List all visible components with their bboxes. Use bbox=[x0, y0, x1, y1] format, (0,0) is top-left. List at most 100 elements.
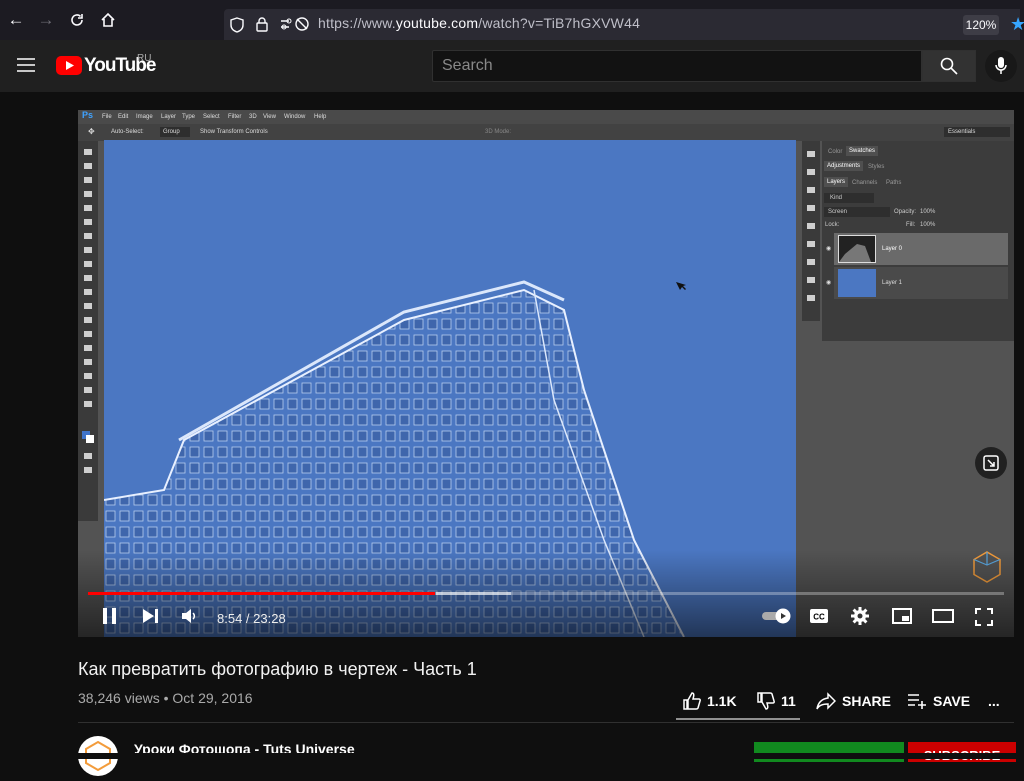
ps-opacity-label: Opacity: bbox=[894, 209, 917, 215]
ps-fill-value: 100% bbox=[920, 222, 936, 228]
bottom-clip bbox=[0, 753, 1024, 759]
ps-tool-icons bbox=[82, 149, 94, 473]
back-arrow-icon[interactable]: ← bbox=[1, 0, 31, 40]
next-icon bbox=[143, 609, 158, 623]
save-playlist-icon bbox=[908, 694, 926, 709]
save-label: SAVE bbox=[933, 693, 971, 709]
video-views-date: 38,246 views • Oct 29, 2016 bbox=[78, 690, 253, 706]
microphone-icon bbox=[995, 57, 1007, 74]
progress-buffered bbox=[436, 592, 511, 595]
ps-menu-image: Image bbox=[136, 114, 153, 120]
photoshop-options-bar: ✥ Auto-Select: Group Show Transform Cont… bbox=[78, 124, 1014, 141]
bookmark-star-icon[interactable]: ★ bbox=[1010, 14, 1024, 35]
svg-text:CC: CC bbox=[813, 613, 825, 622]
ps-menu-select: Select bbox=[203, 114, 220, 120]
photoshop-logo: Ps bbox=[82, 110, 94, 120]
subscribe-button[interactable]: SUBSCRIBE bbox=[908, 742, 1016, 763]
more-actions-button[interactable]: ... bbox=[988, 690, 1000, 712]
share-button[interactable]: SHARE bbox=[816, 690, 891, 712]
url-text[interactable]: https://www.youtube.com/watch?v=TiB7hGXV… bbox=[318, 15, 640, 31]
video-title: Как превратить фотографию в чертеж - Час… bbox=[78, 659, 477, 679]
ps-opacity-value: 100% bbox=[920, 209, 936, 215]
green-action-button[interactable] bbox=[754, 742, 904, 762]
theater-mode-icon bbox=[932, 609, 954, 623]
ps-menu-file: File bbox=[102, 114, 112, 120]
forward-arrow-icon[interactable]: → bbox=[31, 0, 61, 40]
search-icon bbox=[940, 57, 958, 75]
ps-layer-1-name: Layer 1 bbox=[882, 280, 903, 286]
miniplayer-icon bbox=[892, 608, 912, 624]
photoshop-menu-bar: Ps File Edit Image Layer Type Select Fil… bbox=[78, 110, 1014, 124]
ps-transform-label: Show Transform Controls bbox=[200, 129, 268, 135]
more-dots-icon: ... bbox=[988, 693, 1000, 709]
ps-eye-icon: ◉ bbox=[826, 246, 832, 252]
move-tool-icon: ✥ bbox=[88, 127, 95, 136]
ps-menu-help: Help bbox=[314, 114, 327, 120]
ps-layer-1-thumbnail bbox=[838, 269, 876, 297]
share-label: SHARE bbox=[842, 693, 892, 709]
dislike-button[interactable]: 11 bbox=[757, 690, 796, 712]
ps-menu-window: Window bbox=[284, 114, 306, 120]
exit-miniplayer-button[interactable] bbox=[975, 447, 1007, 479]
dislike-count: 11 bbox=[781, 693, 796, 709]
ps-menu-edit: Edit bbox=[118, 114, 129, 120]
progress-played bbox=[88, 592, 436, 595]
ps-tab-styles: Styles bbox=[868, 164, 885, 170]
shield-icon[interactable] bbox=[230, 17, 244, 38]
search-placeholder: Search bbox=[442, 57, 493, 74]
ps-group-select: Group bbox=[160, 127, 190, 137]
fullscreen-button[interactable] bbox=[975, 608, 993, 631]
save-button[interactable]: SAVE bbox=[907, 690, 970, 712]
next-button[interactable] bbox=[142, 608, 160, 629]
pause-icon bbox=[103, 608, 116, 624]
ps-lock-label: Lock: bbox=[825, 222, 840, 228]
like-ratio-bar bbox=[676, 718, 800, 720]
theater-mode-button[interactable] bbox=[932, 609, 954, 628]
gear-icon bbox=[851, 607, 869, 625]
thumbs-up-icon bbox=[683, 692, 701, 710]
ps-layer-0-name: Layer 0 bbox=[882, 246, 903, 252]
reload-icon[interactable] bbox=[62, 0, 92, 40]
ps-fill-label: Fill: bbox=[906, 222, 916, 228]
zoom-level-badge[interactable]: 120% bbox=[963, 15, 999, 35]
search-button[interactable] bbox=[922, 50, 976, 82]
settings-button[interactable] bbox=[851, 607, 869, 630]
mute-button[interactable] bbox=[181, 608, 197, 629]
fullscreen-icon bbox=[975, 608, 993, 626]
ps-layer-1-row: ◉ Layer 1 bbox=[826, 267, 1008, 299]
thumbs-down-icon bbox=[757, 692, 775, 710]
volume-icon bbox=[182, 609, 196, 623]
share-icon bbox=[816, 692, 836, 710]
miniplayer-button[interactable] bbox=[892, 608, 912, 629]
captions-button[interactable]: CC bbox=[809, 608, 829, 629]
voice-search-button[interactable] bbox=[985, 50, 1017, 82]
ps-tab-swatches: Swatches bbox=[846, 146, 879, 156]
photoshop-icon-strip bbox=[802, 141, 820, 321]
menu-icon[interactable] bbox=[17, 58, 35, 77]
ps-tab-adjustments: Adjustments bbox=[824, 161, 864, 171]
ps-tab-channels: Channels bbox=[852, 180, 878, 186]
like-button[interactable]: 1.1K bbox=[683, 690, 737, 712]
like-count: 1.1K bbox=[707, 693, 737, 709]
ps-3d-mode-label: 3D Mode: bbox=[485, 129, 512, 135]
miniplayer-expand-icon bbox=[983, 455, 999, 471]
region-label: RU bbox=[137, 53, 152, 64]
ps-menu-type: Type bbox=[182, 114, 196, 120]
search-input[interactable] bbox=[432, 50, 922, 82]
permissions-icon[interactable] bbox=[280, 17, 310, 36]
ps-tab-color: Color bbox=[828, 149, 843, 155]
ps-menu-filter: Filter bbox=[228, 114, 242, 120]
ps-tab-paths: Paths bbox=[886, 180, 902, 186]
lock-icon[interactable] bbox=[255, 16, 269, 37]
autoplay-toggle[interactable] bbox=[761, 608, 793, 629]
pause-button[interactable] bbox=[102, 607, 118, 630]
photoshop-toolbar bbox=[78, 141, 98, 521]
ps-kind-filter: Kind bbox=[824, 193, 874, 203]
autoplay-toggle-icon bbox=[762, 608, 791, 624]
ps-layer-0-row: ◉ Layer 0 bbox=[826, 233, 1008, 265]
video-player[interactable]: Ps File Edit Image Layer Type Select Fil… bbox=[78, 110, 1014, 637]
ps-eye-icon: ◉ bbox=[826, 280, 832, 286]
home-icon[interactable] bbox=[93, 0, 123, 40]
youtube-logo-icon[interactable] bbox=[56, 56, 82, 80]
divider bbox=[78, 722, 1014, 723]
